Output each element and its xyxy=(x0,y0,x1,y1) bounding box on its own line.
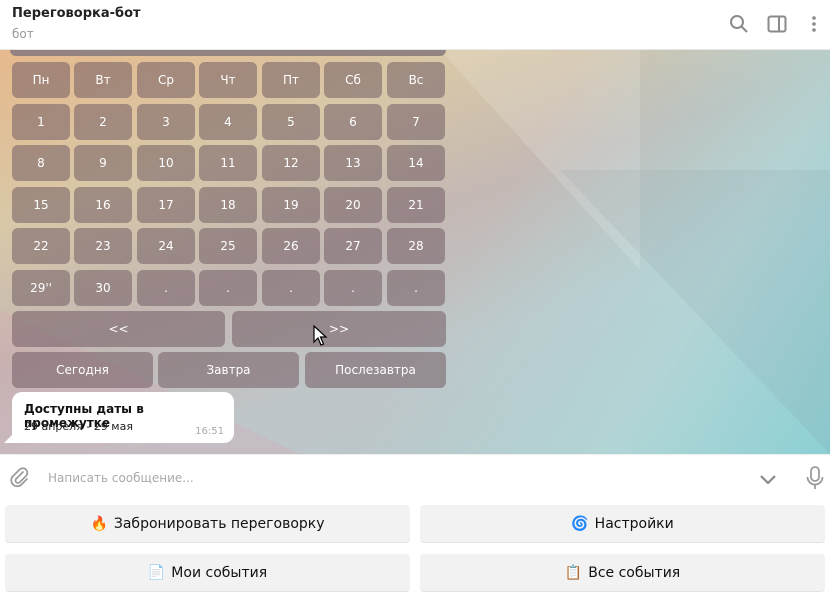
day-button[interactable]: 10 xyxy=(137,145,195,181)
chat-area: Пн Вт Ср Чт Пт Сб Вс 1 2 3 4 5 6 7 8 9 10 11 12 13 14 15 16 17 1… xyxy=(0,50,830,454)
day-button[interactable]: 6 xyxy=(324,104,382,140)
day-button[interactable]: 25 xyxy=(199,228,257,264)
fire-icon: 🔥 xyxy=(90,515,108,532)
my-events-button[interactable]: 📄 Мои события xyxy=(5,554,410,592)
day-button[interactable]: 21 xyxy=(387,187,445,223)
message-composer xyxy=(0,454,830,500)
day-button[interactable]: 14 xyxy=(387,145,445,181)
day-button[interactable]: 1 xyxy=(12,104,70,140)
chat-header: Переговорка-бот бот xyxy=(0,0,830,50)
day-button[interactable]: 30 xyxy=(74,270,132,306)
book-room-label: Забронировать переговорку xyxy=(113,515,325,532)
previous-message-edge xyxy=(10,50,446,56)
day-button[interactable]: 18 xyxy=(199,187,257,223)
day-button[interactable]: 19 xyxy=(262,187,320,223)
paperclip-icon[interactable] xyxy=(8,466,30,488)
day-button[interactable]: 4 xyxy=(199,104,257,140)
chat-subtitle: бот xyxy=(12,27,34,41)
all-events-label: Все события xyxy=(588,564,681,581)
sidebar-toggle-icon[interactable] xyxy=(766,13,788,35)
message-range: 29 апреля - 29 мая xyxy=(24,420,133,433)
all-events-button[interactable]: 📋 Все события xyxy=(420,554,825,592)
chevron-down-icon[interactable] xyxy=(756,467,780,491)
weekday-header-button[interactable]: Сб xyxy=(324,62,382,98)
day-button[interactable]: 5 xyxy=(262,104,320,140)
next-month-button[interactable]: >> xyxy=(232,311,446,347)
background-facet xyxy=(560,170,830,454)
day-button[interactable]: 11 xyxy=(199,145,257,181)
day-button[interactable]: 13 xyxy=(324,145,382,181)
weekday-header-button[interactable]: Пт xyxy=(262,62,320,98)
bubble-tail xyxy=(4,435,12,443)
empty-day-button[interactable]: . xyxy=(199,270,257,306)
weekday-header-button[interactable]: Вт xyxy=(74,62,132,98)
cyclone-icon: 🌀 xyxy=(571,515,589,532)
empty-day-button[interactable]: . xyxy=(137,270,195,306)
message-input[interactable] xyxy=(48,468,648,488)
day-button[interactable]: 26 xyxy=(262,228,320,264)
tomorrow-button[interactable]: Завтра xyxy=(158,352,299,388)
my-events-label: Мои события xyxy=(171,564,268,581)
day-button[interactable]: 15 xyxy=(12,187,70,223)
message-time: 16:51 xyxy=(195,426,224,437)
microphone-icon[interactable] xyxy=(804,465,826,491)
document-icon: 📄 xyxy=(147,564,166,581)
prev-month-button[interactable]: << xyxy=(12,311,225,347)
weekday-header-button[interactable]: Ср xyxy=(137,62,195,98)
bot-message[interactable]: Доступны даты в промежутке 29 апреля - 2… xyxy=(4,392,234,443)
day-button[interactable]: 2 xyxy=(74,104,132,140)
weekday-header-button[interactable]: Чт xyxy=(199,62,257,98)
empty-day-button[interactable]: . xyxy=(387,270,445,306)
clipboard-icon: 📋 xyxy=(564,564,583,581)
day-button[interactable]: 17 xyxy=(137,187,195,223)
day-button[interactable]: 24 xyxy=(137,228,195,264)
mouse-cursor-icon xyxy=(313,325,328,346)
day-button[interactable]: 28 xyxy=(387,228,445,264)
day-button[interactable]: 7 xyxy=(387,104,445,140)
more-vertical-icon[interactable] xyxy=(803,13,825,35)
weekday-header-button[interactable]: Пн xyxy=(12,62,70,98)
day-button[interactable]: 3 xyxy=(137,104,195,140)
empty-day-button[interactable]: . xyxy=(324,270,382,306)
settings-label: Настройки xyxy=(594,515,674,532)
chat-title[interactable]: Переговорка-бот xyxy=(12,6,141,21)
day-button[interactable]: 23 xyxy=(74,228,132,264)
day-button[interactable]: 9 xyxy=(74,145,132,181)
day-button[interactable]: 8 xyxy=(12,145,70,181)
day-button[interactable]: 22 xyxy=(12,228,70,264)
day-button[interactable]: 27 xyxy=(324,228,382,264)
day-button[interactable]: 12 xyxy=(262,145,320,181)
empty-day-button[interactable]: . xyxy=(262,270,320,306)
day-button[interactable]: 29'' xyxy=(12,270,70,306)
today-button[interactable]: Сегодня xyxy=(12,352,153,388)
weekday-header-button[interactable]: Вс xyxy=(387,62,445,98)
book-room-button[interactable]: 🔥 Забронировать переговорку xyxy=(5,505,410,543)
day-button[interactable]: 20 xyxy=(324,187,382,223)
reply-keyboard: 🔥 Забронировать переговорку 🌀 Настройки … xyxy=(0,500,830,600)
search-icon[interactable] xyxy=(728,13,750,35)
day-after-tomorrow-button[interactable]: Послезавтра xyxy=(305,352,446,388)
day-button[interactable]: 16 xyxy=(74,187,132,223)
settings-button[interactable]: 🌀 Настройки xyxy=(420,505,825,543)
